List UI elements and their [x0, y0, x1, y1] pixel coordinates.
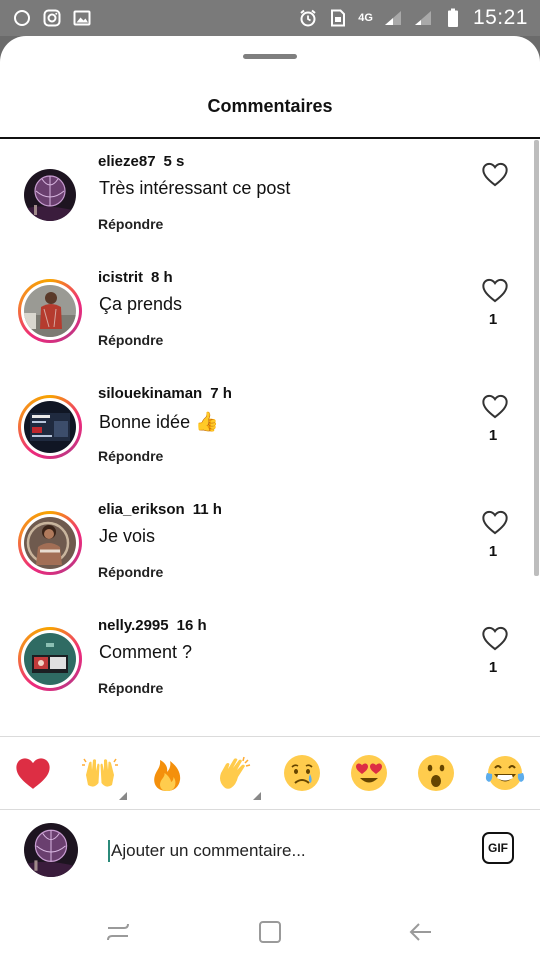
like-count: 1	[488, 543, 498, 560]
reply-button[interactable]: Répondre	[98, 564, 163, 580]
comment-text: Bonne idée 👍	[99, 410, 219, 434]
variant-indicator	[119, 792, 127, 800]
emoji-heart-eyes-button[interactable]	[347, 751, 391, 795]
avatar-image	[24, 401, 76, 453]
drag-handle[interactable]	[243, 54, 297, 59]
heart-icon[interactable]	[481, 509, 509, 535]
home-icon[interactable]	[250, 912, 290, 952]
avatar[interactable]	[18, 627, 82, 691]
comment-time: 11 h	[192, 501, 222, 518]
username-label[interactable]: elia_erikson	[98, 501, 185, 518]
reply-button[interactable]: Répondre	[98, 680, 163, 696]
avatar-ring-inner	[21, 630, 79, 688]
reply-button[interactable]: Répondre	[98, 448, 163, 464]
avatar[interactable]	[18, 279, 82, 343]
comment-text: Ça prends	[99, 294, 183, 314]
comment-text: Très intéressant ce post	[99, 178, 291, 198]
heart-icon[interactable]	[481, 393, 509, 419]
like-count: 1	[488, 427, 498, 444]
thumbs-up-emoji: 👍	[195, 412, 219, 433]
avatar-ring-inner	[21, 514, 79, 572]
comment-username[interactable]: silouekinaman 7 h	[98, 385, 232, 402]
avatar	[24, 823, 78, 877]
comment-time: 5 s	[163, 153, 185, 170]
comment-time: 8 h	[151, 269, 173, 286]
heart-icon[interactable]	[481, 161, 509, 187]
like-count: 1	[488, 659, 498, 676]
emoji-tears-of-joy-button[interactable]	[483, 751, 527, 795]
comment-item: elia_erikson 11 h Je vois Répondre 1	[0, 501, 530, 617]
status-bar-right: 4G 15:21	[298, 6, 528, 30]
reply-button[interactable]: Répondre	[98, 216, 163, 232]
avatar[interactable]	[18, 511, 82, 575]
comment-time: 16 h	[176, 617, 207, 634]
text-caret	[108, 840, 110, 862]
avatar-image	[24, 633, 76, 685]
username-label[interactable]: silouekinaman	[98, 385, 202, 402]
comment-username[interactable]: elieze87 5 s	[98, 153, 184, 170]
image-icon	[72, 8, 92, 28]
username-label[interactable]: icistrit	[98, 269, 143, 286]
gif-button[interactable]: GIF	[482, 832, 514, 864]
comment-item: nelly.2995 16 h Comment ? Répondre 1	[0, 617, 530, 733]
comment-text: Comment ?	[99, 642, 193, 662]
username-label[interactable]: elieze87	[98, 153, 156, 170]
heart-icon[interactable]	[481, 625, 509, 651]
comment-username[interactable]: icistrit 8 h	[98, 269, 173, 286]
comment-time: 7 h	[210, 385, 232, 402]
clock: 15:21	[472, 6, 528, 29]
avatar-image	[24, 285, 76, 337]
page-title: Commentaires	[207, 96, 333, 116]
emoji-heart-button[interactable]	[11, 751, 55, 795]
signal-icon	[413, 8, 433, 28]
comment-item: icistrit 8 h Ça prends Répondre 1	[0, 269, 530, 385]
variant-indicator	[253, 792, 261, 800]
emoji-quick-bar	[0, 737, 540, 809]
like-count: 1	[488, 311, 498, 328]
status-bar: 4G 15:21	[0, 0, 540, 36]
comments-sheet: Commentaires elieze87 5 s Très intéressan…	[0, 36, 540, 960]
circle-icon	[12, 8, 32, 28]
sim-icon	[328, 8, 348, 28]
battery-icon	[443, 8, 463, 28]
emoji-surprised-face-button[interactable]	[414, 751, 458, 795]
emoji-raised-hands-button[interactable]	[78, 751, 122, 795]
signal-icon	[383, 8, 403, 28]
heart-icon[interactable]	[481, 277, 509, 303]
avatar-ring-inner	[21, 398, 79, 456]
divider	[0, 137, 540, 139]
network-type-label: 4G	[358, 12, 373, 24]
back-icon[interactable]	[401, 912, 441, 952]
avatar-image	[24, 169, 76, 221]
avatar-ring-inner	[21, 282, 79, 340]
comment-username[interactable]: elia_erikson 11 h	[98, 501, 222, 518]
divider	[0, 809, 540, 810]
emoji-fire-button[interactable]	[145, 751, 189, 795]
comment-input-placeholder: Ajouter un commentaire...	[111, 841, 306, 860]
comment-item: silouekinaman 7 h Bonne idée 👍 Répondre 1	[0, 385, 530, 501]
status-bar-left	[12, 8, 92, 28]
comment-text: Je vois	[99, 526, 156, 546]
comment-username[interactable]: nelly.2995 16 h	[98, 617, 207, 634]
recent-apps-icon[interactable]	[98, 912, 138, 952]
alarm-icon	[298, 8, 318, 28]
username-label[interactable]: nelly.2995	[98, 617, 169, 634]
emoji-crying-face-button[interactable]	[280, 751, 324, 795]
instagram-icon	[42, 8, 62, 28]
avatar-image	[24, 517, 76, 569]
emoji-clapping-hands-button[interactable]	[212, 751, 256, 795]
comment-text-body: Bonne idée	[99, 412, 191, 432]
reply-button[interactable]: Répondre	[98, 332, 163, 348]
system-nav-bar	[0, 906, 540, 960]
scrollbar[interactable]	[534, 140, 539, 576]
avatar[interactable]	[18, 163, 82, 227]
comment-input[interactable]: Ajouter un commentaire...	[108, 836, 468, 866]
comment-item: elieze87 5 s Très intéressant ce post Rép…	[0, 153, 530, 269]
avatar[interactable]	[18, 395, 82, 459]
